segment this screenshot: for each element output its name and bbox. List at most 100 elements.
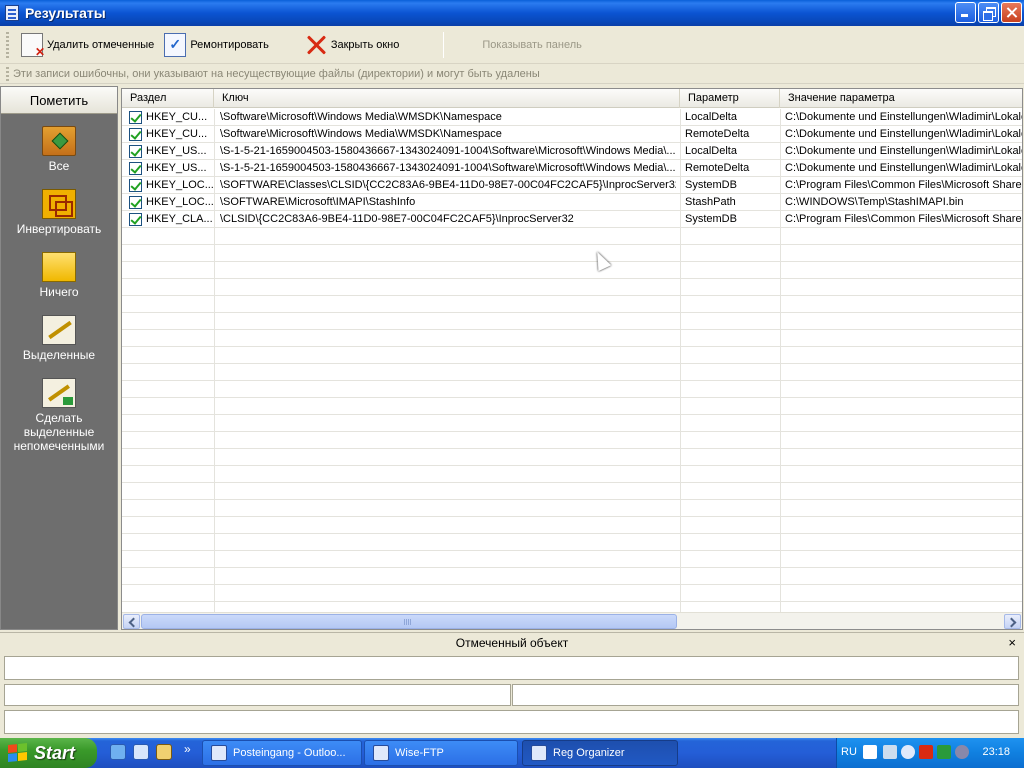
start-label: Start	[34, 742, 76, 763]
tray-app2-icon[interactable]	[955, 745, 969, 759]
table-row	[122, 500, 1022, 517]
cell-key: \Software\Microsoft\Windows Media\WMSDK\…	[220, 111, 502, 123]
repair-button[interactable]: Ремонтировать	[160, 30, 273, 60]
cell-param: SystemDB	[685, 179, 737, 191]
table-row[interactable]: HKEY_CU... \Software\Microsoft\Windows Me…	[122, 109, 1022, 126]
toolbar-separator	[443, 31, 445, 58]
table-row[interactable]: HKEY_US... \S-1-5-21-1659004503-158043666…	[122, 160, 1022, 177]
task-wise-ftp[interactable]: Wise-FTP	[364, 740, 518, 766]
task-wise-ftp-label: Wise-FTP	[395, 747, 444, 759]
cell-param: LocalDelta	[685, 145, 737, 157]
table-row[interactable]: HKEY_LOC... \SOFTWARE\Microsoft\IMAPI\Sta…	[122, 194, 1022, 211]
close-label: Закрыть окно	[330, 38, 400, 51]
col-header-value[interactable]: Значение параметра	[780, 89, 1022, 108]
delete-icon	[21, 32, 45, 59]
row-checkbox[interactable]	[129, 213, 142, 226]
scroll-thumb[interactable]	[141, 614, 677, 629]
repair-label: Ремонтировать	[190, 38, 269, 51]
scroll-left-button[interactable]	[123, 614, 140, 629]
delete-checked-button[interactable]: Удалить отмеченные	[17, 30, 158, 60]
table-row	[122, 449, 1022, 466]
delete-checked-label: Удалить отмеченные	[47, 38, 155, 51]
quicklaunch-ie-icon[interactable]	[110, 744, 126, 760]
unmark-icon	[42, 378, 76, 408]
network-icon[interactable]	[883, 745, 897, 759]
row-checkbox[interactable]	[129, 179, 142, 192]
quicklaunch-desktop-icon[interactable]	[133, 744, 149, 760]
cell-key: \SOFTWARE\Microsoft\IMAPI\StashInfo	[220, 196, 416, 208]
reg-organizer-icon	[531, 745, 547, 761]
table-row	[122, 415, 1022, 432]
scroll-right-button[interactable]	[1004, 614, 1021, 629]
close-window-button[interactable]	[1001, 2, 1022, 23]
unmark-selected-label: Сделать выделенные непомеченными	[13, 411, 105, 453]
cell-section: HKEY_LOC...	[146, 179, 214, 191]
cell-param: StashPath	[685, 196, 736, 208]
horizontal-scrollbar[interactable]	[122, 612, 1022, 629]
ftp-icon	[373, 745, 389, 761]
row-checkbox[interactable]	[129, 162, 142, 175]
object-field-4[interactable]	[4, 710, 1019, 734]
show-panel-button[interactable]: Показывать панель	[478, 30, 586, 60]
table-row	[122, 364, 1022, 381]
tray-app-icon[interactable]	[937, 745, 951, 759]
help-icon[interactable]	[863, 745, 877, 759]
table-row	[122, 483, 1022, 500]
row-checkbox[interactable]	[129, 196, 142, 209]
invert-item[interactable]: Инвертировать	[1, 189, 117, 236]
none-item[interactable]: Ничего	[1, 252, 117, 299]
start-button[interactable]: Start	[0, 738, 97, 768]
cell-param: RemoteDelta	[685, 128, 750, 140]
table-row[interactable]: HKEY_LOC... \SOFTWARE\Classes\CLSID\{CC2C…	[122, 177, 1022, 194]
table-row	[122, 262, 1022, 279]
selected-icon	[42, 315, 76, 345]
selected-label: Выделенные	[22, 348, 96, 362]
row-checkbox[interactable]	[129, 128, 142, 141]
cell-section: HKEY_US...	[146, 162, 207, 174]
minimize-button[interactable]	[955, 2, 976, 23]
cell-key: \Software\Microsoft\Windows Media\WMSDK\…	[220, 128, 502, 140]
restore-button[interactable]	[978, 2, 999, 23]
tray-arrow-icon[interactable]	[901, 745, 915, 759]
mark-all-item[interactable]: Все	[1, 126, 117, 173]
object-field-2[interactable]	[4, 684, 511, 706]
invert-icon	[42, 189, 76, 219]
cell-param: SystemDB	[685, 213, 737, 225]
table-row[interactable]: HKEY_CLA... \CLSID\{CC2C83A6-9BE4-11D0-98…	[122, 211, 1023, 228]
col-header-key[interactable]: Ключ	[214, 89, 680, 108]
quicklaunch-media-icon[interactable]	[156, 744, 172, 760]
checked-object-panel: Отмеченный объект ×	[0, 632, 1024, 738]
cell-param: LocalDelta	[685, 111, 737, 123]
language-indicator[interactable]: RU	[841, 746, 857, 758]
object-field-1[interactable]	[4, 656, 1019, 680]
unmark-selected-item[interactable]: Сделать выделенные непомеченными	[1, 378, 117, 453]
grid-header: Раздел Ключ Параметр Значение параметра	[122, 89, 1022, 108]
cell-section: HKEY_CU...	[146, 128, 208, 140]
row-checkbox[interactable]	[129, 111, 142, 124]
selected-item[interactable]: Выделенные	[1, 315, 117, 362]
col-header-param[interactable]: Параметр	[680, 89, 780, 108]
object-field-3[interactable]	[512, 684, 1019, 706]
table-row	[122, 534, 1022, 551]
cell-value: C:\Program Files\Common Files\Microsoft …	[785, 213, 1023, 225]
row-checkbox[interactable]	[129, 145, 142, 158]
table-row	[122, 347, 1022, 364]
system-tray: RU 23:18	[836, 738, 1024, 768]
cell-section: HKEY_CLA...	[146, 213, 213, 225]
col-header-section[interactable]: Раздел	[122, 89, 214, 108]
task-outlook[interactable]: Posteingang - Outloo...	[202, 740, 362, 766]
task-reg-organizer-label: Reg Organizer	[553, 747, 625, 759]
quicklaunch-chevron-icon[interactable]: »	[184, 742, 191, 756]
task-reg-organizer[interactable]: Reg Organizer	[522, 740, 678, 766]
table-row	[122, 585, 1022, 602]
task-outlook-label: Posteingang - Outloo...	[233, 747, 346, 759]
toolbar-grip	[6, 31, 9, 58]
checked-object-header: Отмеченный объект ×	[0, 633, 1024, 653]
table-row	[122, 398, 1022, 415]
table-row[interactable]: HKEY_US... \S-1-5-21-1659004503-158043666…	[122, 143, 1022, 160]
table-row[interactable]: HKEY_CU... \Software\Microsoft\Windows Me…	[122, 126, 1022, 143]
kaspersky-icon[interactable]	[919, 745, 933, 759]
mark-panel-header[interactable]: Пометить	[1, 87, 117, 114]
close-panel-icon[interactable]: ×	[1008, 635, 1016, 650]
close-button[interactable]: Закрыть окно	[301, 30, 404, 60]
